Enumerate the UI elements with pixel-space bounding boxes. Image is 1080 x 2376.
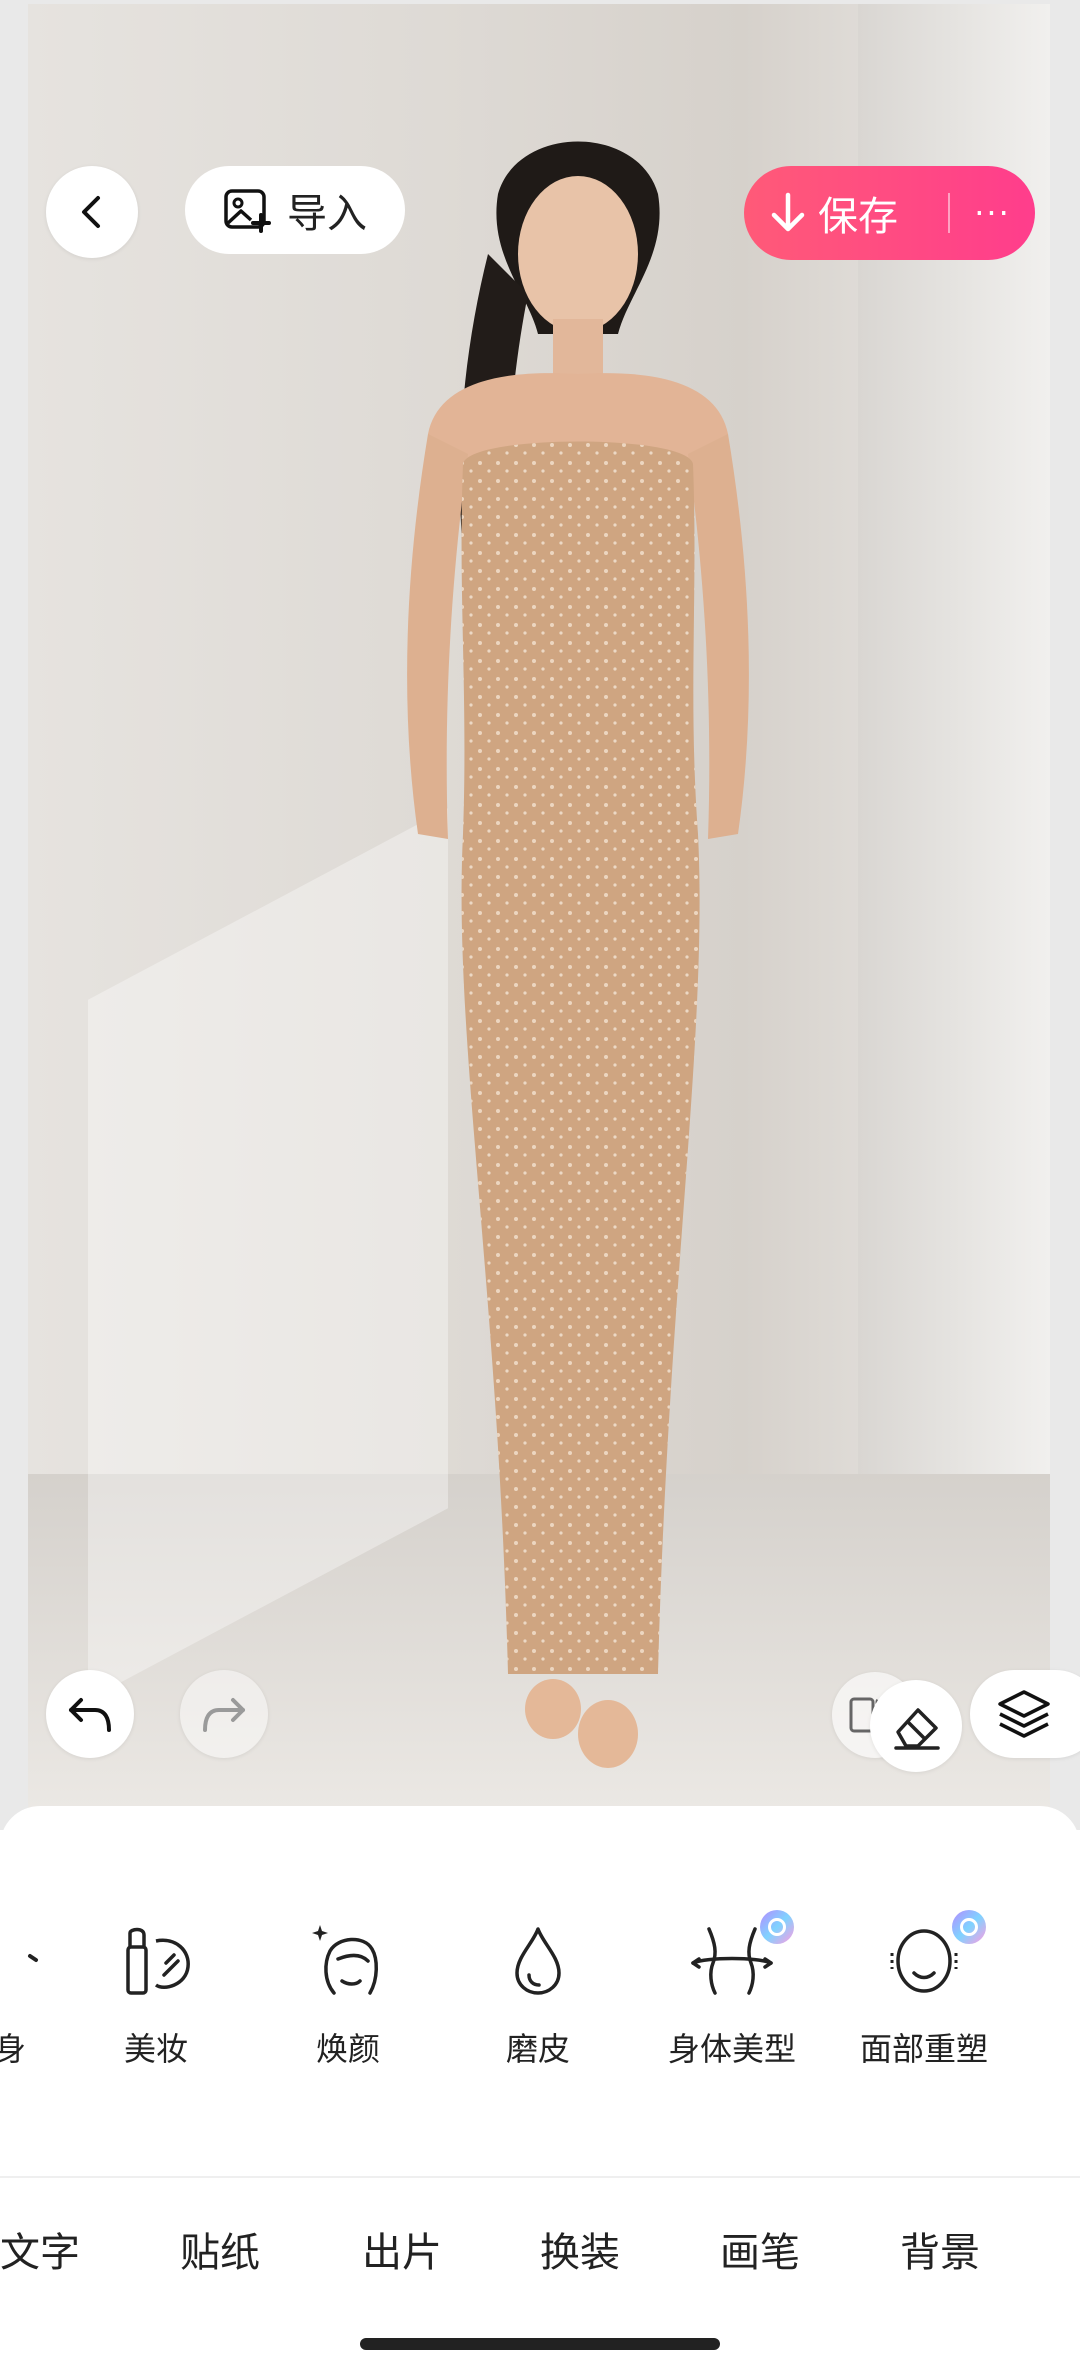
undo-icon [69, 1698, 111, 1732]
download-arrow-icon [771, 192, 805, 232]
eraser-button[interactable] [870, 1680, 962, 1772]
home-indicator[interactable] [360, 2338, 720, 2350]
tab-output[interactable]: 出片 [362, 2220, 442, 2278]
tool-makeup[interactable]: 美妆 [76, 1916, 236, 2070]
tab-stickers[interactable]: 贴纸 [180, 2220, 260, 2278]
redo-button[interactable] [180, 1670, 268, 1758]
bottom-tool-panel: 身 美妆 焕颜 磨皮 身体美型 面部重塑 [0, 1806, 1080, 2376]
photo-subject [407, 141, 749, 1768]
vip-badge-icon [760, 1910, 794, 1944]
tool-face-refresh[interactable]: 焕颜 [268, 1916, 428, 2070]
redo-icon [203, 1698, 245, 1732]
import-label: 导入 [287, 191, 367, 237]
category-tabs: 文字 贴纸 出片 换装 画笔 背景 [0, 2220, 1080, 2290]
retouch-tools-row[interactable]: 身 美妆 焕颜 磨皮 身体美型 面部重塑 [0, 1910, 1080, 2086]
layers-button[interactable] [970, 1670, 1080, 1758]
tab-brush[interactable]: 画笔 [720, 2220, 800, 2278]
smooth-skin-icon [458, 1916, 618, 2006]
face-reshape-icon [844, 1910, 1004, 2006]
tool-smooth-skin[interactable]: 磨皮 [458, 1916, 618, 2070]
tool-label: 磨皮 [505, 2030, 570, 2068]
save-control: 保存 ··· [744, 166, 1035, 260]
vip-badge-icon [952, 1910, 986, 1944]
undo-button[interactable] [46, 1670, 134, 1758]
eraser-icon [894, 1708, 940, 1750]
back-button[interactable] [46, 166, 138, 258]
face-refresh-icon [268, 1916, 428, 2006]
save-button[interactable]: 保存 [744, 184, 948, 242]
edited-photo[interactable] [28, 4, 1050, 1824]
image-add-icon [224, 189, 271, 233]
chevron-left-icon [82, 196, 100, 228]
tab-background[interactable]: 背景 [900, 2220, 980, 2278]
tool-label: 身体美型 [667, 2030, 796, 2068]
tool-body-shape[interactable]: 身体美型 [652, 1910, 812, 2070]
body-shape-icon [652, 1910, 812, 2006]
tool-label: 面部重塑 [859, 2030, 988, 2068]
tool-face-reshape[interactable]: 面部重塑 [844, 1910, 1004, 2070]
photo-canvas[interactable] [0, 0, 1080, 1830]
panel-divider [0, 2176, 1080, 2178]
tool-label: 焕颜 [315, 2030, 380, 2068]
tab-text[interactable]: 文字 [0, 2220, 80, 2278]
tool-label: 美妆 [123, 2030, 188, 2068]
layers-icon [998, 1690, 1050, 1738]
import-button[interactable]: 导入 [185, 166, 405, 254]
tab-outfit[interactable]: 换装 [540, 2220, 620, 2278]
makeup-icon [76, 1916, 236, 2006]
more-options-button[interactable]: ··· [950, 194, 1035, 232]
save-label: 保存 [818, 194, 898, 240]
